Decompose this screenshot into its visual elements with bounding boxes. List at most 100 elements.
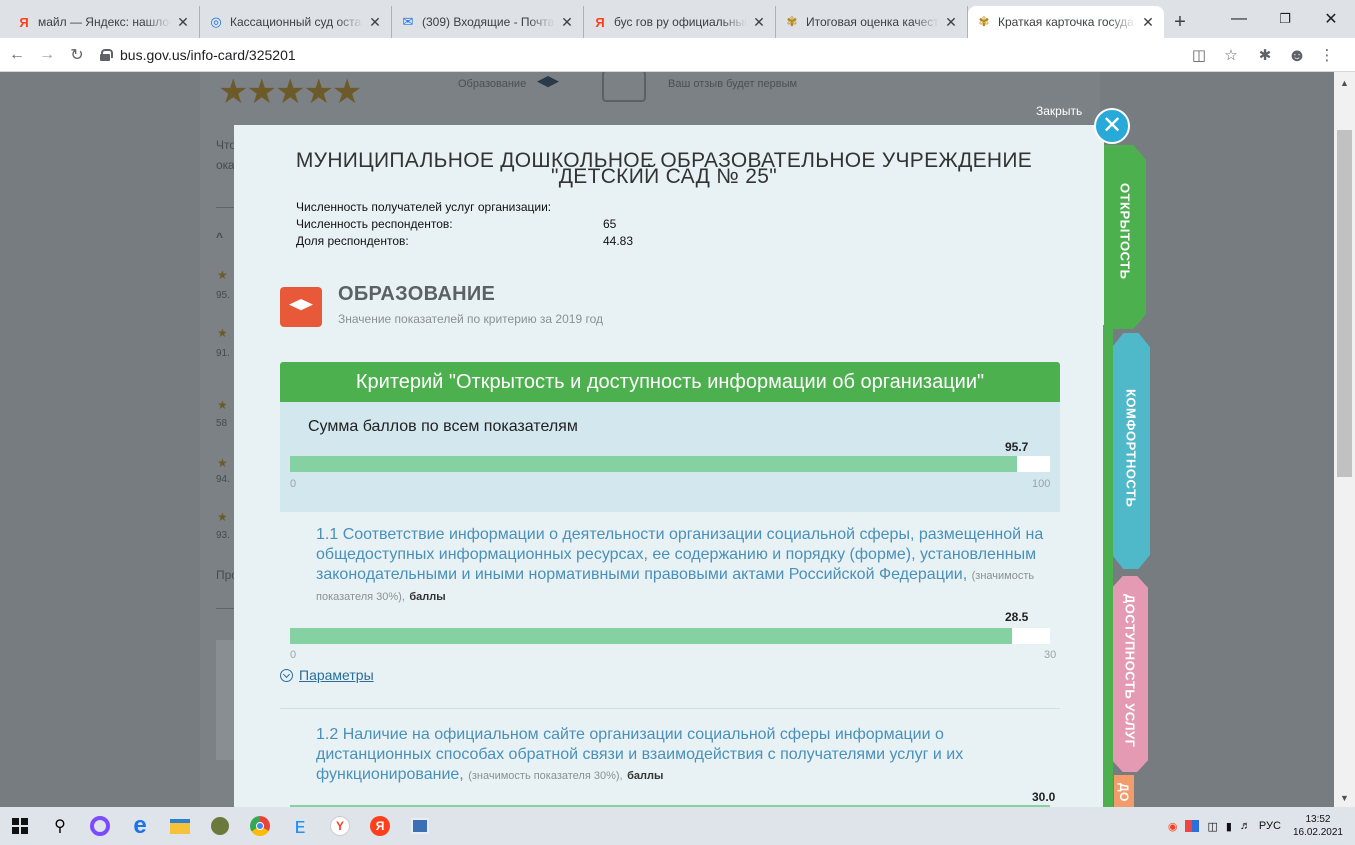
section-subtitle: Значение показателей по критерию за 2019…	[338, 312, 603, 326]
graduation-cap-icon	[289, 299, 313, 311]
bg-chat-icon	[602, 72, 646, 102]
scroll-down-icon[interactable]: ▼	[1340, 793, 1349, 803]
yandex-icon[interactable]: Я	[360, 807, 400, 845]
sum-score-box: Сумма баллов по всем показателям 95.7 0 …	[280, 402, 1060, 512]
window-close-icon[interactable]: ✕	[1308, 0, 1354, 38]
document-app-icon[interactable]	[400, 807, 440, 845]
close-label[interactable]: Закрыть	[1036, 104, 1082, 118]
tab-title: бус гов ру официальный	[614, 15, 747, 29]
tab-close-icon[interactable]: ✕	[1140, 14, 1156, 31]
parameters-link[interactable]: Параметры	[299, 667, 374, 683]
bg-star-icon: ★	[217, 268, 228, 282]
yandex-tray-icon[interactable]: ◉	[1168, 820, 1178, 833]
bg-snippet: 93.	[216, 530, 230, 541]
page-scrollbar[interactable]: ▲ ▼	[1334, 72, 1355, 807]
extensions-icon[interactable]: ✱	[1252, 38, 1278, 72]
minimize-icon[interactable]: —	[1216, 0, 1262, 38]
tab-close-icon[interactable]: ✕	[943, 14, 959, 31]
bg-review-text: Ваш отзыв будет первым	[668, 78, 798, 90]
bg-education-label: Образование	[458, 78, 527, 90]
indicator-1-2-value: 30.0	[1032, 790, 1056, 804]
tab-close-icon[interactable]: ✕	[367, 14, 383, 31]
tab-favicon-icon: Я	[19, 14, 29, 30]
education-section-icon	[280, 287, 322, 327]
edge-icon[interactable]: e	[120, 807, 160, 845]
system-tray: ◉ ◫ ▮ ♬ РУС 13:52 16.02.2021	[1164, 807, 1355, 845]
speaker-icon[interactable]: ♬	[1240, 820, 1251, 832]
indicator-1-1-bar	[290, 628, 1050, 644]
clock-time: 13:52	[1305, 814, 1331, 825]
new-tab-button[interactable]: +	[1164, 6, 1196, 38]
side-tab-openness[interactable]: ОТКРЫТОСТЬ	[1104, 145, 1146, 329]
side-tab-strip	[1103, 325, 1113, 807]
rating-stars-icon: ★★★★★	[218, 73, 362, 111]
clock[interactable]: 13:52 16.02.2021	[1293, 813, 1343, 839]
organization-title: МУНИЦИПАЛЬНОЕ ДОШКОЛЬНОЕ ОБРАЗОВАТЕЛЬНОЕ…	[274, 150, 1054, 187]
tab-title: Кассационный суд остав	[230, 15, 363, 29]
tab-favicon-icon: ✾	[786, 14, 798, 29]
browser-tab[interactable]: Ямайл — Яндекс: нашлось ✕	[8, 6, 200, 38]
tab-favicon-icon: ◎	[210, 14, 222, 29]
bookmark-star-icon[interactable]: ☆	[1218, 38, 1244, 72]
tab-close-icon[interactable]: ✕	[559, 14, 575, 31]
tab-close-icon[interactable]: ✕	[751, 14, 767, 31]
tab-title: Итоговая оценка качест	[806, 15, 939, 29]
back-icon[interactable]: ←	[4, 42, 30, 68]
restore-icon[interactable]: ❐	[1262, 0, 1308, 38]
language-indicator[interactable]: РУС	[1259, 820, 1281, 832]
parameters-toggle[interactable]: Параметры	[280, 667, 374, 683]
indicator-unit: баллы	[409, 591, 446, 603]
side-tab-more[interactable]: ДО	[1114, 775, 1134, 807]
file-explorer-icon[interactable]	[160, 807, 200, 845]
translate-icon[interactable]: ◫	[1186, 38, 1212, 72]
microphone-icon[interactable]: ▮	[1226, 820, 1232, 833]
reload-icon[interactable]: ↻	[64, 42, 90, 68]
criterion-header: Критерий "Открытость и доступность инфор…	[280, 362, 1060, 402]
indicator-1-1-max: 30	[1044, 649, 1057, 661]
tab-close-icon[interactable]: ✕	[175, 14, 191, 31]
side-tab-label: ДОСТУПНОСТЬ УСЛУГ	[1122, 594, 1138, 748]
browser-tab[interactable]: ✾ Итоговая оценка качест ✕	[776, 6, 968, 38]
sum-score-max: 100	[1032, 478, 1051, 490]
sum-score-bar	[290, 456, 1050, 472]
ie-icon[interactable]: ᴇ	[280, 807, 320, 845]
forward-icon[interactable]: →	[34, 42, 60, 68]
address-bar: ← → ↻ bus.gov.us/info-card/325201 ◫ ☆ ✱ …	[0, 38, 1355, 72]
profile-icon[interactable]: ☻	[1284, 38, 1310, 72]
tab-title: майл — Яндекс: нашлось	[38, 15, 171, 29]
tab-favicon-icon: Я	[595, 14, 605, 30]
browser-tab-bar: Ямайл — Яндекс: нашлось ✕ ◎ Кассационный су…	[0, 0, 1355, 38]
close-icon[interactable]: ✕	[1094, 108, 1130, 144]
browser-tab[interactable]: ✾ Краткая карточка госуда ✕	[968, 6, 1164, 38]
stat-label: Численность получателей услуг организаци…	[296, 200, 552, 214]
chrome-icon[interactable]	[240, 807, 280, 845]
clock-date: 16.02.2021	[1292, 827, 1343, 838]
respondent-stats: Численность получателей услуг организаци…	[296, 199, 633, 250]
section-title: ОБРАЗОВАНИЕ	[338, 283, 496, 305]
url-field[interactable]: bus.gov.us/info-card/325201	[100, 47, 296, 63]
bg-collapse-icon: ^	[216, 230, 224, 244]
side-tab-accessibility[interactable]: ДОСТУПНОСТЬ УСЛУГ	[1112, 576, 1148, 772]
app-icon[interactable]	[200, 807, 240, 845]
side-tab-comfort[interactable]: КОМФОРТНОСТЬ	[1112, 333, 1150, 569]
network-icon[interactable]: ◫	[1207, 820, 1217, 833]
browser-tab[interactable]: ✉ (309) Входящие - Почта ✕	[392, 6, 584, 38]
alice-icon[interactable]	[80, 807, 120, 845]
browser-tab[interactable]: ◎ Кассационный суд остав ✕	[200, 6, 392, 38]
lock-icon[interactable]	[100, 48, 113, 61]
yandex-browser-icon[interactable]: Y	[320, 807, 360, 845]
tab-favicon-icon: ✾	[978, 14, 990, 29]
bg-block	[216, 640, 236, 760]
stat-label: Доля респондентов:	[296, 234, 409, 248]
scroll-up-icon[interactable]: ▲	[1340, 78, 1349, 88]
flag-tray-icon[interactable]	[1185, 820, 1200, 832]
scrollbar-thumb[interactable]	[1337, 130, 1352, 477]
windows-start-icon[interactable]	[0, 807, 40, 845]
bg-star-icon: ★	[217, 326, 228, 340]
search-icon[interactable]: ⚲	[40, 807, 80, 845]
stat-value: 65	[603, 217, 617, 231]
menu-icon[interactable]: ⋮	[1314, 38, 1340, 72]
browser-tab[interactable]: Ябус гов ру официальный ✕	[584, 6, 776, 38]
indicator-1-1-bar-fill	[290, 628, 1012, 644]
indicator-unit: баллы	[627, 770, 664, 782]
